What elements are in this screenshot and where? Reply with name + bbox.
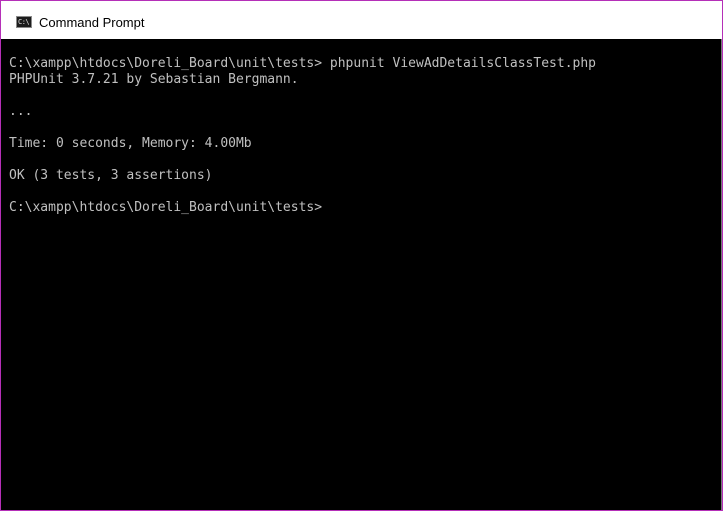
console-line-result: OK (3 tests, 3 assertions) [9,168,213,183]
console-line-phpunit-version: PHPUnit 3.7.21 by Sebastian Bergmann. [9,72,299,87]
command-prompt-icon[interactable]: C:\ [16,16,32,28]
command-prompt-icon-glyph: C:\ [18,18,30,26]
console-line-blank [9,184,596,200]
title-bar[interactable]: C:\ Command Prompt [1,1,722,39]
console-line-blank [9,120,596,136]
console-line-time-memory: Time: 0 seconds, Memory: 4.00Mb [9,136,252,151]
console-output-area[interactable]: C:\xampp\htdocs\Doreli_Board\unit\tests>… [1,39,722,510]
console-line-blank [9,88,596,104]
console-line-prompt[interactable]: C:\xampp\htdocs\Doreli_Board\unit\tests> [9,200,596,216]
console-line-blank [9,152,596,168]
console-line-test-progress: ... [9,104,33,119]
command-prompt-window: C:\ Command Prompt C:\xampp\htdocs\Dorel… [0,0,723,511]
window-title: Command Prompt [39,15,145,30]
console-lines: C:\xampp\htdocs\Doreli_Board\unit\tests>… [9,56,596,216]
console-line-command: C:\xampp\htdocs\Doreli_Board\unit\tests>… [9,56,596,71]
